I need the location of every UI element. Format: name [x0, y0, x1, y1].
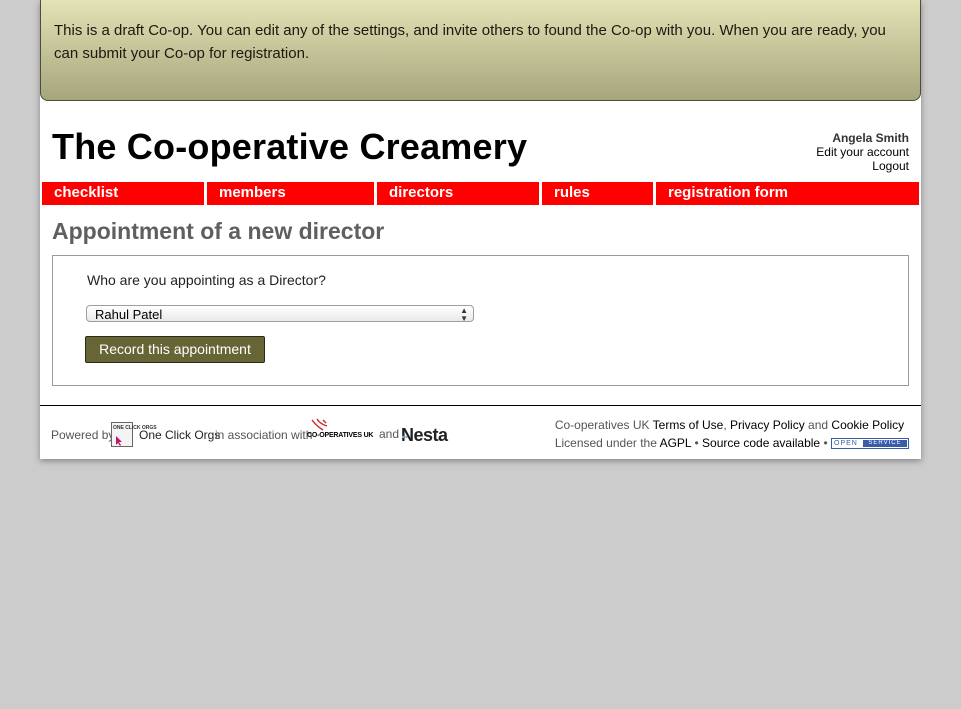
page-heading: Appointment of a new director — [52, 218, 385, 244]
appointment-form: Who are you appointing as a Director? Ra… — [52, 255, 909, 386]
badge-service-text: SERVICE — [863, 440, 907, 448]
tab-directors[interactable]: directors — [377, 182, 539, 205]
licensed-text: Licensed under the — [554, 436, 657, 450]
and-text-2: and — [808, 418, 829, 432]
footer-legal-line-1: Co-operatives UK Terms of Use, Privacy P… — [554, 418, 905, 432]
association-text: in association with — [215, 428, 313, 442]
user-name: Angela Smith — [832, 131, 909, 145]
oco-logo-text: ONE CLICK ORGS — [113, 425, 157, 431]
cooperatives-uk-logo[interactable]: CO-OPERATIVES UK — [307, 418, 375, 442]
draft-notice-text: This is a draft Co-op. You can edit any … — [54, 22, 886, 62]
director-select-value: Rahul Patel — [95, 307, 163, 322]
bullet-separator-2: • — [823, 436, 828, 450]
nesta-logo-text: Nesta — [401, 425, 448, 445]
draft-notice-banner: This is a draft Co-op. You can edit any … — [40, 0, 921, 101]
badge-open-text: OPEN — [834, 440, 858, 448]
cursor-icon — [116, 436, 122, 446]
agpl-link[interactable]: AGPL — [660, 436, 692, 450]
page-container: This is a draft Co-op. You can edit any … — [40, 0, 921, 459]
coops-uk-mark-icon — [311, 418, 328, 431]
tab-rules[interactable]: rules — [542, 182, 653, 205]
footer-legal-line-2: Licensed under the AGPL • Source code av… — [555, 434, 909, 452]
tab-checklist[interactable]: checklist — [42, 182, 204, 205]
coops-uk-logo-text: CO-OPERATIVES UK — [307, 432, 374, 439]
coops-uk-prefix: Co-operatives UK — [554, 418, 650, 432]
director-select[interactable]: Rahul Patel ▲ ▼ — [86, 305, 474, 323]
one-click-orgs-link[interactable]: One Click Orgs — [139, 428, 220, 442]
main-nav: checklist members directors rules regist… — [42, 182, 919, 205]
footer-credits: Powered by ONE CLICK ORGS One Click Orgs… — [51, 418, 481, 448]
footer-legal: Co-operatives UK Terms of Use, Privacy P… — [555, 416, 909, 452]
source-code-link[interactable]: Source code available — [702, 436, 820, 450]
cookie-link[interactable]: Cookie Policy — [831, 418, 904, 432]
and-text: and — [379, 427, 400, 441]
privacy-link[interactable]: Privacy Policy — [730, 418, 805, 432]
powered-by-text: Powered by — [51, 428, 115, 442]
coop-title: The Co-operative Creamery — [52, 126, 528, 167]
open-service-badge[interactable]: OPEN SERVICE — [831, 438, 909, 450]
footer-divider — [40, 405, 921, 406]
account-box: Angela Smith Edit your account Logout — [816, 131, 909, 173]
record-appointment-button[interactable]: Record this appointment — [85, 336, 265, 363]
tab-registration-form[interactable]: registration form — [656, 182, 919, 205]
select-arrows-icon: ▲ ▼ — [460, 306, 468, 323]
edit-account-link[interactable]: Edit your account — [816, 145, 909, 159]
one-click-orgs-logo[interactable]: ONE CLICK ORGS — [111, 422, 157, 447]
bullet-separator: • — [694, 436, 699, 450]
tab-members[interactable]: members — [207, 182, 374, 205]
terms-link[interactable]: Terms of Use — [653, 418, 724, 432]
director-question-label: Who are you appointing as a Director? — [87, 272, 326, 288]
logout-link[interactable]: Logout — [816, 159, 909, 173]
